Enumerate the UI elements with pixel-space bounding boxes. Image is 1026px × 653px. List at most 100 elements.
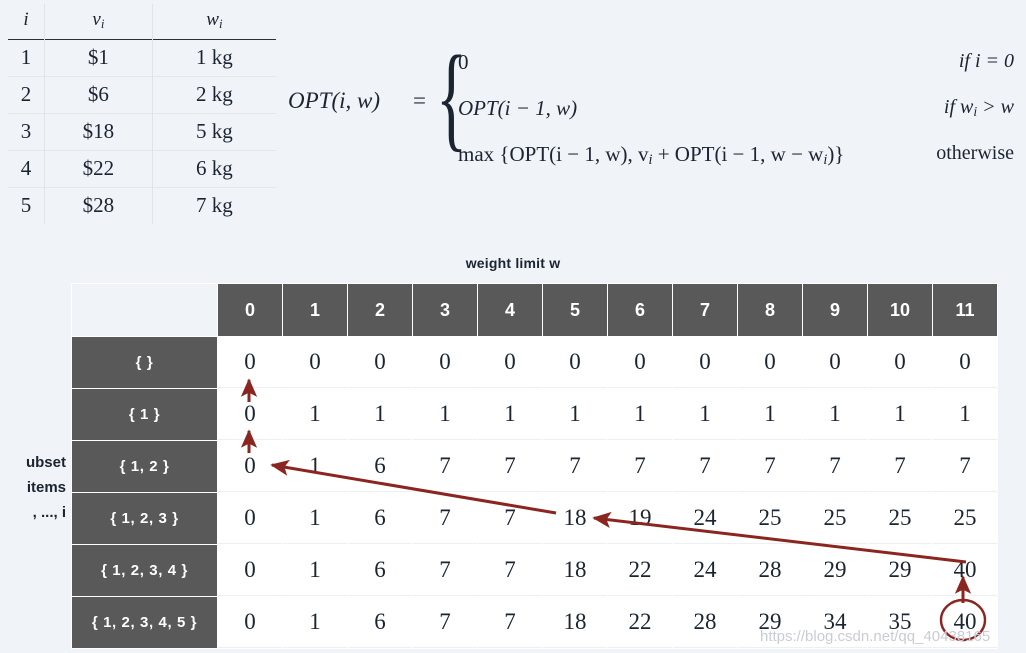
dp-cell-5-4: 7: [478, 597, 542, 648]
table-row: { 1, 2, 3 } 0 1 6 7 7 18 19 24 25 25 25 …: [72, 493, 997, 544]
dp-col-header-1: 1: [283, 284, 347, 336]
item-value: $1: [44, 39, 153, 77]
subset-axis-label-line-2: items: [26, 479, 66, 496]
dp-table-body: { } 0 0 0 0 0 0 0 0 0 0 0 0 { 1 } 0 1 1 …: [72, 337, 997, 648]
dp-cell-4-7: 24: [673, 545, 737, 596]
dp-cell-0-11: 0: [933, 337, 997, 388]
dp-cell-0-8: 0: [738, 337, 802, 388]
dp-cell-1-6: 1: [608, 389, 672, 440]
knapsack-dp-figure: i vi wi 1 $1 1 kg 2 $6 2 kg 3 $18 5 kg 4…: [0, 0, 1026, 653]
dp-cell-0-0: 0: [218, 337, 282, 388]
dp-cell-0-7: 0: [673, 337, 737, 388]
table-row: { 1, 2, 3, 4 } 0 1 6 7 7 18 22 24 28 29 …: [72, 545, 997, 596]
dp-cell-2-2: 6: [348, 441, 412, 492]
dp-table-head: 0 1 2 3 4 5 6 7 8 9 10 11: [72, 284, 997, 336]
dp-cell-0-1: 0: [283, 337, 347, 388]
dp-cell-2-1: 1: [283, 441, 347, 492]
dp-cell-0-2: 0: [348, 337, 412, 388]
dp-cell-4-11: 40: [933, 545, 997, 596]
dp-row-header-5: { 1, 2, 3, 4, 5 }: [72, 597, 217, 648]
item-weight: 2 kg: [151, 76, 276, 114]
formula-equals-sign: =: [413, 88, 426, 113]
item-index: 5: [20, 192, 32, 217]
item-table-col-i: i: [23, 9, 29, 31]
dp-cell-0-4: 0: [478, 337, 542, 388]
dp-cell-4-5: 18: [543, 545, 607, 596]
item-weight: 1 kg: [151, 39, 276, 77]
item-table-col-value: vi: [44, 4, 153, 40]
dp-cell-4-1: 1: [283, 545, 347, 596]
item-table-body: 1 $1 1 kg 2 $6 2 kg 3 $18 5 kg 4 $22 6 k…: [8, 39, 276, 224]
dp-cell-3-0: 0: [218, 493, 282, 544]
dp-cell-3-9: 25: [803, 493, 867, 544]
dp-cell-1-2: 1: [348, 389, 412, 440]
dp-col-header-10: 10: [868, 284, 932, 336]
dp-cell-1-7: 1: [673, 389, 737, 440]
item-index: 4: [20, 155, 32, 180]
item-index: 3: [20, 118, 32, 143]
dp-cell-0-6: 0: [608, 337, 672, 388]
dp-col-header-0: 0: [218, 284, 282, 336]
dp-cell-4-9: 29: [803, 545, 867, 596]
dp-cell-0-10: 0: [868, 337, 932, 388]
dp-row-header-2: { 1, 2 }: [72, 441, 217, 492]
subset-axis-label-line-3: , ..., i: [32, 504, 66, 521]
item-value: $28: [44, 187, 153, 224]
dp-col-header-8: 8: [738, 284, 802, 336]
table-row: { } 0 0 0 0 0 0 0 0 0 0 0 0: [72, 337, 997, 388]
dp-cell-2-11: 7: [933, 441, 997, 492]
table-row: 5 $28 7 kg: [8, 187, 276, 224]
dp-cell-2-9: 7: [803, 441, 867, 492]
dp-cell-3-11: 25: [933, 493, 997, 544]
dp-col-header-5: 5: [543, 284, 607, 336]
table-row: 3 $18 5 kg: [8, 113, 276, 151]
table-row: 2 $6 2 kg: [8, 76, 276, 114]
dp-cell-1-1: 1: [283, 389, 347, 440]
dp-cell-5-5: 18: [543, 597, 607, 648]
item-table-col-weight: wi: [151, 4, 276, 40]
dp-cell-4-10: 29: [868, 545, 932, 596]
watermark: https://blog.csdn.net/qq_40438165: [760, 628, 991, 645]
dp-cell-5-1: 1: [283, 597, 347, 648]
dp-cell-2-4: 7: [478, 441, 542, 492]
item-weight: 5 kg: [151, 113, 276, 151]
item-value: $6: [44, 76, 153, 114]
item-table-header-row: i vi wi: [8, 4, 276, 40]
dp-cell-3-6: 19: [608, 493, 672, 544]
dp-cell-1-4: 1: [478, 389, 542, 440]
dp-col-header-7: 7: [673, 284, 737, 336]
item-value: $18: [44, 113, 153, 151]
dp-cell-5-3: 7: [413, 597, 477, 648]
formula-case-max: max {OPT(i − 1, w), vi + OPT(i − 1, w − …: [458, 142, 1014, 184]
subset-axis-label-line-1: ubset: [25, 454, 66, 471]
dp-table-corner: [72, 284, 217, 336]
dp-cell-4-4: 7: [478, 545, 542, 596]
dp-cell-2-7: 7: [673, 441, 737, 492]
opt-recurrence-formula: OPT(i, w) = { 0 if i = 0 OPT(i − 1, w) i…: [288, 38, 1014, 172]
formula-case-expression: 0: [458, 50, 469, 74]
weight-limit-axis-label: weight limit w: [465, 255, 561, 271]
dp-cell-0-5: 0: [543, 337, 607, 388]
item-weight: 7 kg: [151, 187, 276, 224]
dp-col-header-3: 3: [413, 284, 477, 336]
dp-col-header-4: 4: [478, 284, 542, 336]
dp-cell-2-10: 7: [868, 441, 932, 492]
table-row: { 1, 2 } 0 1 6 7 7 7 7 7 7 7 7 7: [72, 441, 997, 492]
dp-cell-1-3: 1: [413, 389, 477, 440]
item-index: 2: [20, 81, 32, 106]
dp-cell-4-0: 0: [218, 545, 282, 596]
dp-cell-1-9: 1: [803, 389, 867, 440]
dp-col-header-6: 6: [608, 284, 672, 336]
dp-cell-3-10: 25: [868, 493, 932, 544]
formula-case-base: 0 if i = 0: [458, 50, 1014, 92]
dp-row-header-4: { 1, 2, 3, 4 }: [72, 545, 217, 596]
table-row: 1 $1 1 kg: [8, 39, 276, 77]
dp-cell-1-5: 1: [543, 389, 607, 440]
subset-axis-label: ubset items , ..., i: [0, 450, 66, 525]
dp-cell-2-3: 7: [413, 441, 477, 492]
dp-cell-0-9: 0: [803, 337, 867, 388]
item-table-head: i vi wi: [8, 4, 276, 40]
dp-col-header-9: 9: [803, 284, 867, 336]
dp-cell-5-2: 6: [348, 597, 412, 648]
formula-case-condition: if i = 0: [958, 50, 1014, 72]
